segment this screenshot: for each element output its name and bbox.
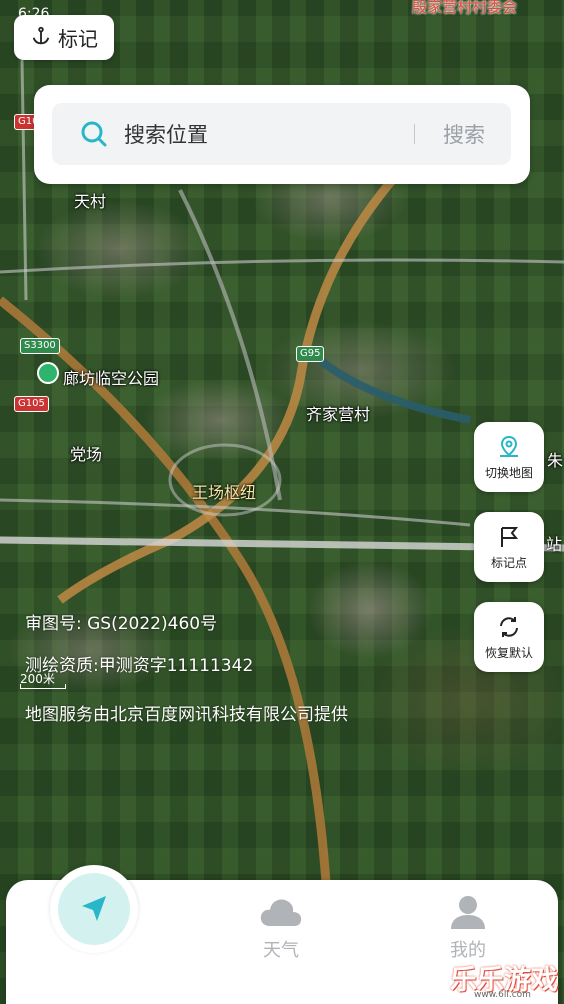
map-scale-bar xyxy=(20,684,66,689)
service-provider: 地图服务由北京百度网讯科技有限公司提供 xyxy=(25,705,348,725)
search-button[interactable]: 搜索 xyxy=(443,119,485,149)
restore-default-label: 恢复默认 xyxy=(484,645,533,660)
tab-mine[interactable]: 我的 xyxy=(448,894,488,962)
poi-label-village-committee[interactable]: 殷家营村村委会 xyxy=(412,0,517,17)
map-label-zhan: 站 xyxy=(546,535,563,554)
watermark-url: www.6ll.com xyxy=(474,990,531,1000)
search-card: 搜索位置 搜索 xyxy=(34,85,530,184)
switch-map-label: 切换地图 xyxy=(484,465,533,480)
road-badge-s3300: S3300 xyxy=(20,338,60,354)
mark-point-label: 标记点 xyxy=(490,555,527,570)
road-badge-g105: G105 xyxy=(14,396,49,412)
map-pin-icon xyxy=(500,435,518,457)
mark-button[interactable]: 标记 xyxy=(14,15,114,60)
search-divider xyxy=(414,124,415,144)
restore-default-button[interactable]: 恢复默认 xyxy=(474,602,544,672)
mark-label: 标记 xyxy=(58,27,98,51)
navigation-arrow-icon xyxy=(82,896,106,921)
map-label-tiancun[interactable]: 天村 xyxy=(74,188,106,212)
flag-icon xyxy=(501,526,519,547)
cloud-icon xyxy=(260,899,302,926)
tab-weather[interactable]: 天气 xyxy=(258,894,304,962)
survey-qualification: 测绘资质:甲测资字11111342 xyxy=(25,656,254,676)
user-icon xyxy=(451,896,485,929)
locate-button[interactable] xyxy=(50,865,138,953)
tab-weather-label: 天气 xyxy=(263,940,299,961)
map-label-qijiaying[interactable]: 齐家营村 xyxy=(306,401,370,425)
switch-map-button[interactable]: 切换地图 xyxy=(474,422,544,492)
map-label-zhu: 朱 xyxy=(547,451,564,470)
map-label-park[interactable]: 廊坊临空公园 xyxy=(63,365,159,389)
search-input[interactable]: 搜索位置 xyxy=(124,119,414,149)
road-badge-g95: G95 xyxy=(296,346,325,362)
anchor-icon xyxy=(30,25,52,51)
map-label-wangchang-hub[interactable]: 王场枢纽 xyxy=(192,479,256,503)
search-bar[interactable]: 搜索位置 搜索 xyxy=(52,103,511,165)
park-icon[interactable] xyxy=(37,362,59,384)
mark-point-button[interactable]: 标记点 xyxy=(474,512,544,582)
search-icon xyxy=(81,121,107,147)
locate-button-inner xyxy=(58,873,130,945)
map-label-dangchang[interactable]: 党场 xyxy=(70,441,102,465)
review-number: 审图号: GS(2022)460号 xyxy=(25,614,218,634)
refresh-icon xyxy=(500,616,518,637)
